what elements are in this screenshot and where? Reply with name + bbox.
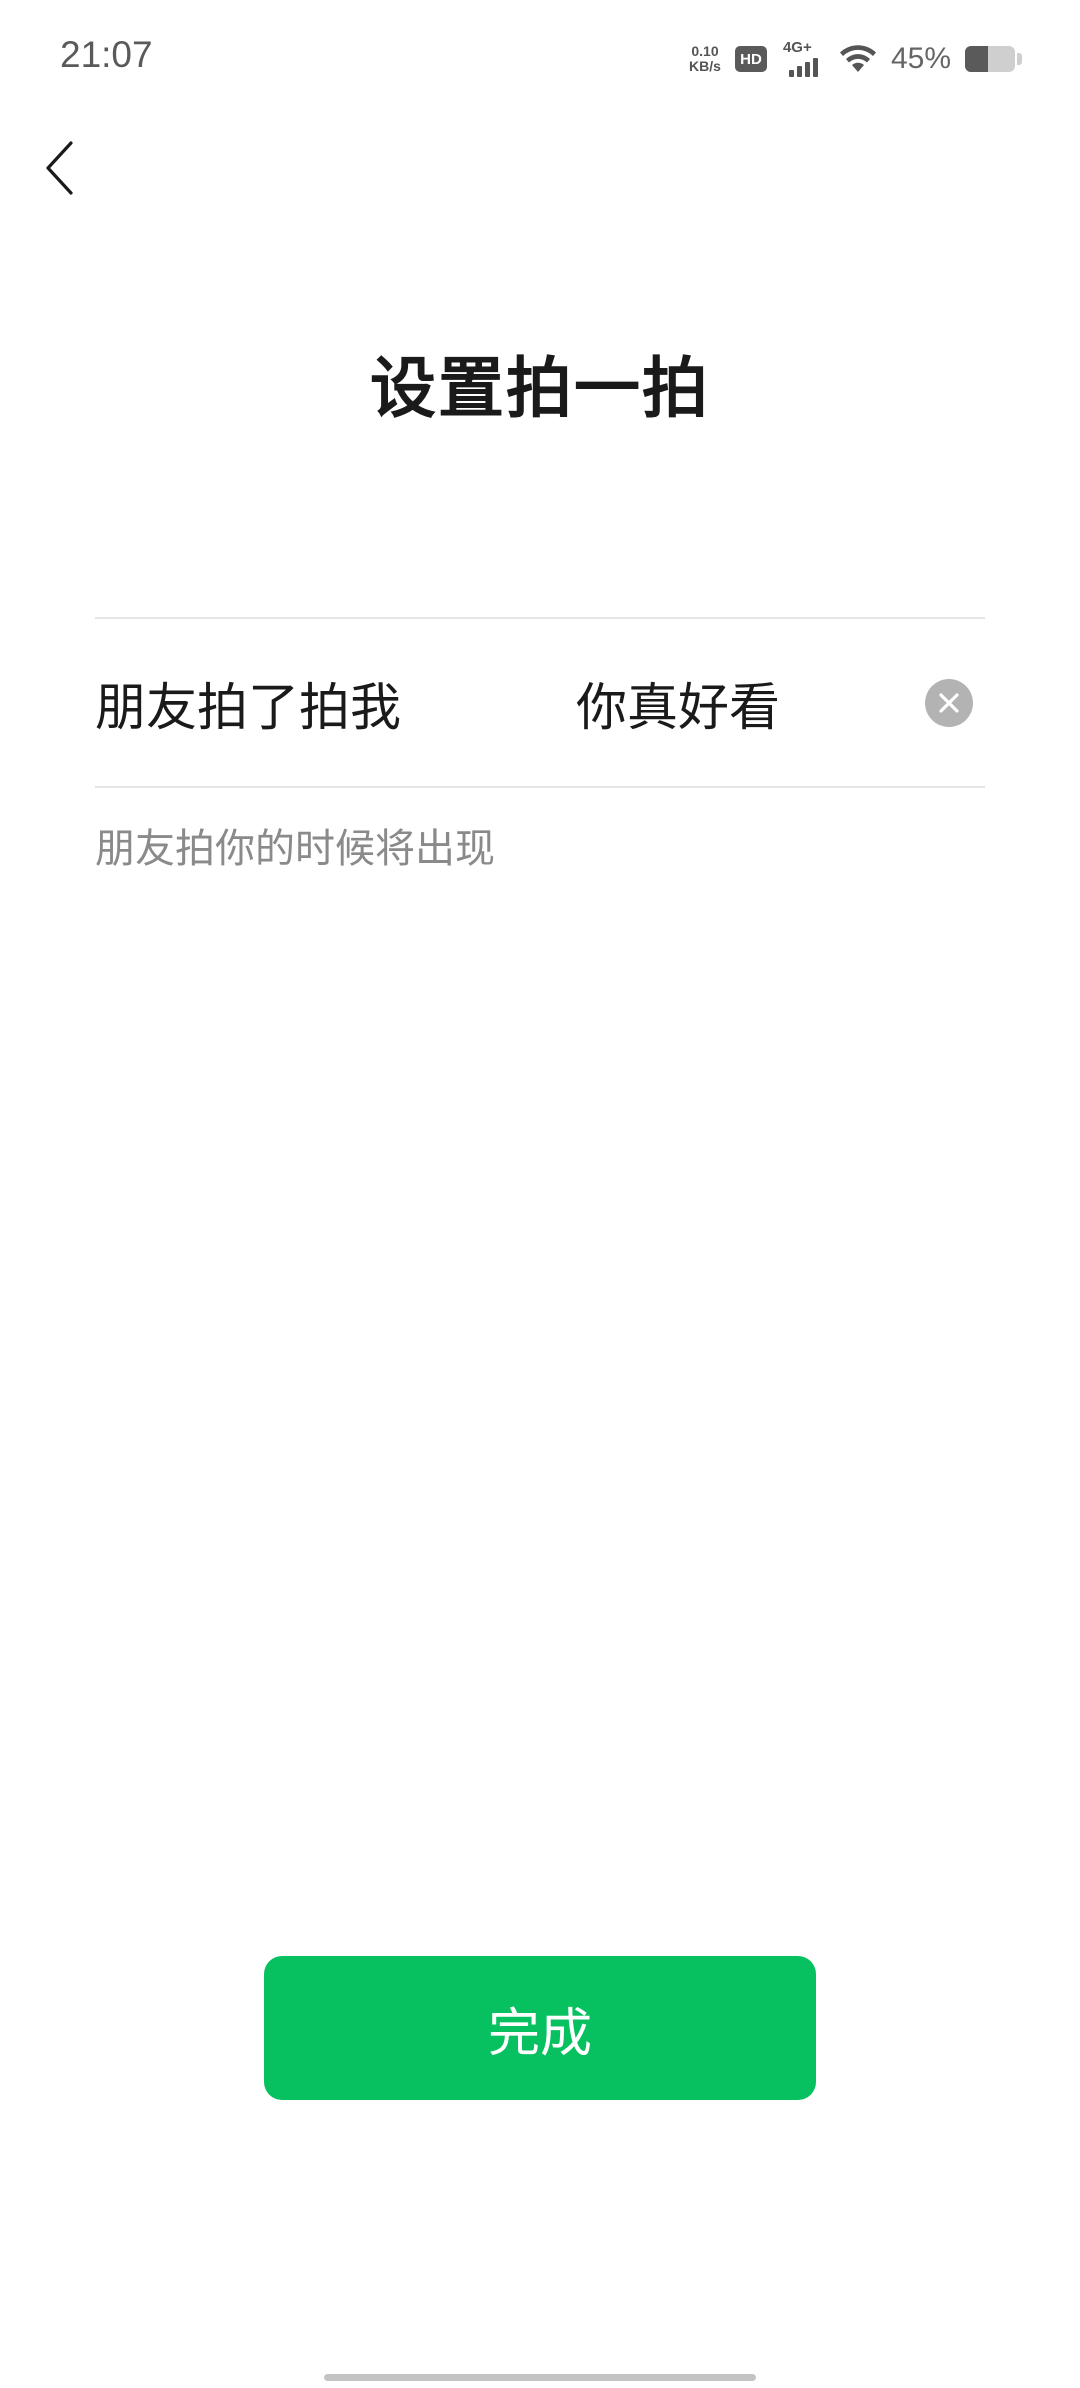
hd-icon: HD [734, 46, 767, 72]
status-time: 21:07 [60, 34, 153, 75]
network-type-label: 4G+ [782, 39, 812, 56]
pat-suffix-input[interactable] [576, 662, 916, 743]
wifi-icon [839, 44, 877, 74]
status-icons: 0.10 KB/s HD 4G+ 45% [689, 36, 1022, 82]
battery-percent: 45% [890, 42, 951, 75]
done-button[interactable]: 完成 [264, 1956, 816, 2100]
battery-tip [1017, 53, 1022, 65]
hint-text: 朋友拍你的时候将出现 [95, 826, 495, 872]
pat-suffix-row: 朋友拍了拍我 [95, 619, 985, 786]
clear-button[interactable] [925, 678, 973, 727]
pat-prefix-label: 朋友拍了拍我 [95, 678, 402, 738]
divider-bottom [95, 786, 985, 788]
network-speed-unit: KB/s [689, 58, 721, 74]
back-button[interactable] [30, 128, 90, 208]
chevron-left-icon [46, 141, 73, 195]
page-title: 设置拍一拍 [370, 350, 710, 427]
status-bar: 21:07 0.10 KB/s HD 4G+ 45% [0, 0, 1080, 110]
clear-circle-icon [939, 692, 959, 713]
network-speed: 0.10 KB/s [689, 44, 721, 74]
signal-icon: 4G+ [781, 39, 825, 79]
battery-level-fill [965, 46, 988, 72]
home-indicator[interactable] [324, 2374, 756, 2381]
network-speed-value: 0.10 [691, 43, 719, 59]
battery-icon [965, 46, 1015, 72]
